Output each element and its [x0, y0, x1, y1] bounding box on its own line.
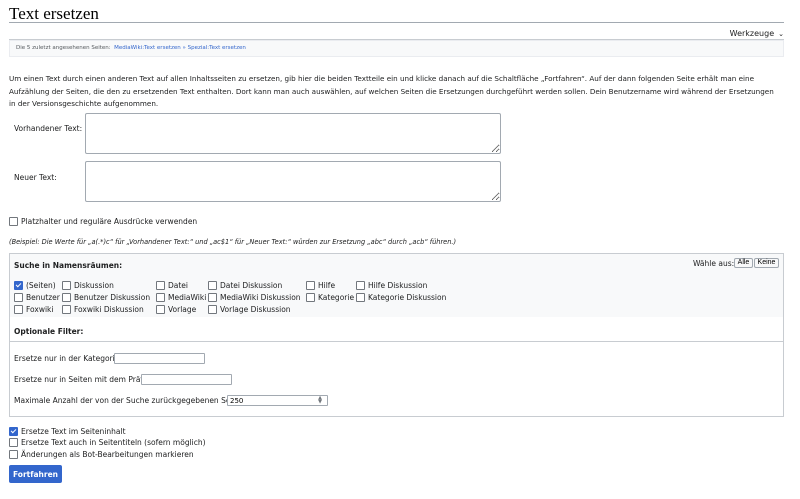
recent-pages-label: Die 5 zuletzt angesehenen Seiten:	[16, 45, 111, 51]
tools-menu[interactable]: Werkzeuge ⌄	[730, 29, 784, 38]
namespace-option[interactable]: (Seiten)	[14, 280, 56, 291]
limit-input[interactable]	[227, 395, 328, 406]
content-checkbox[interactable]	[9, 426, 18, 436]
category-filter-label: Ersetze nur in der Kategorie:	[14, 354, 122, 363]
chevron-down-icon: ⌄	[778, 30, 784, 38]
namespace-option[interactable]: Datei	[156, 280, 189, 291]
namespace-option[interactable]: MediaWiki Diskussion	[208, 292, 301, 303]
select-all-button[interactable]: Alle	[734, 258, 753, 268]
tools-label: Werkzeuge	[729, 29, 775, 38]
namespace-checkbox[interactable]	[14, 292, 23, 302]
namespace-checkbox[interactable]	[62, 280, 71, 290]
continue-button[interactable]: Fortfahren	[9, 465, 62, 483]
namespace-label: Foxwiki	[26, 305, 54, 314]
namespace-option[interactable]: Diskussion	[62, 280, 114, 291]
select-none-button[interactable]: Keine	[754, 258, 779, 268]
namespace-checkbox[interactable]	[356, 280, 365, 290]
namespace-label: Benutzer	[26, 293, 60, 302]
namespace-option[interactable]: Foxwiki Diskussion	[62, 304, 144, 315]
bot-checkbox[interactable]	[9, 449, 18, 459]
namespace-option[interactable]: Vorlage	[156, 304, 197, 315]
namespace-label: Hilfe Diskussion	[368, 281, 428, 290]
namespace-checkbox[interactable]	[14, 280, 23, 290]
namespace-checkbox[interactable]	[62, 304, 71, 314]
namespace-checkbox[interactable]	[306, 280, 315, 290]
recent-pages-bar: Die 5 zuletzt angesehenen Seiten: MediaW…	[9, 40, 784, 57]
regex-option[interactable]: Platzhalter und reguläre Ausdrücke verwe…	[9, 216, 198, 227]
page-title: Text ersetzen	[9, 4, 99, 23]
filters-divider	[9, 341, 784, 342]
namespace-checkbox[interactable]	[306, 292, 315, 302]
namespace-label: Foxwiki Diskussion	[74, 305, 144, 314]
titles-checkbox[interactable]	[9, 437, 18, 447]
filters-heading: Optionale Filter:	[14, 327, 84, 336]
recent-link-spezial[interactable]: Spezial:Text ersetzen	[188, 45, 246, 51]
regex-label: Platzhalter und reguläre Ausdrücke verwe…	[21, 217, 198, 226]
namespace-option[interactable]: Hilfe	[306, 280, 336, 291]
namespace-option[interactable]: Hilfe Diskussion	[356, 280, 428, 291]
namespace-checkbox[interactable]	[156, 304, 165, 314]
breadcrumb-separator: »	[182, 45, 186, 51]
category-filter-input[interactable]	[114, 353, 205, 364]
namespace-label: Datei Diskussion	[220, 281, 283, 290]
namespace-label: Datei	[168, 281, 189, 290]
namespace-checkbox[interactable]	[156, 292, 165, 302]
titles-label: Ersetze Text auch in Seitentiteln (sofer…	[21, 438, 206, 447]
namespace-checkbox[interactable]	[208, 304, 217, 314]
namespace-option[interactable]: Vorlage Diskussion	[208, 304, 291, 315]
new-text-label: Neuer Text:	[14, 173, 57, 182]
namespace-label: Benutzer Diskussion	[74, 293, 151, 302]
namespace-label: Kategorie Diskussion	[368, 293, 447, 302]
content-label: Ersetze Text im Seiteninhalt	[21, 427, 126, 436]
existing-text-field[interactable]	[85, 113, 501, 154]
titles-option[interactable]: Ersetze Text auch in Seitentiteln (sofer…	[9, 437, 206, 448]
namespace-option[interactable]: Foxwiki	[14, 304, 54, 315]
namespace-checkbox[interactable]	[14, 304, 23, 314]
namespace-label: Hilfe	[318, 281, 336, 290]
namespace-label: (Seiten)	[26, 281, 56, 290]
limit-label: Maximale Anzahl der von der Suche zurück…	[14, 396, 248, 405]
namespace-label: Vorlage Diskussion	[220, 305, 291, 314]
namespace-checkbox[interactable]	[356, 292, 365, 302]
prefix-filter-label: Ersetze nur in Seiten mit dem Präfix:	[14, 375, 153, 384]
namespace-label: Vorlage	[168, 305, 197, 314]
namespace-checkbox[interactable]	[156, 280, 165, 290]
choose-label: Wähle aus:	[693, 259, 735, 268]
namespace-option[interactable]: Kategorie	[306, 292, 355, 303]
namespace-option[interactable]: Kategorie Diskussion	[356, 292, 447, 303]
prefix-filter-input[interactable]	[141, 374, 232, 385]
bot-label: Änderungen als Bot-Bearbeitungen markier…	[21, 450, 194, 459]
namespace-heading: Suche in Namensräumen:	[14, 261, 123, 270]
namespace-checkbox[interactable]	[208, 292, 217, 302]
namespace-label: MediaWiki	[168, 293, 207, 302]
namespace-label: Kategorie	[318, 293, 355, 302]
recent-link-mediawiki[interactable]: MediaWiki:Text ersetzen	[114, 45, 181, 51]
namespace-label: MediaWiki Diskussion	[220, 293, 301, 302]
namespace-option[interactable]: MediaWiki	[156, 292, 207, 303]
regex-checkbox[interactable]	[9, 216, 18, 226]
bot-option[interactable]: Änderungen als Bot-Bearbeitungen markier…	[9, 449, 194, 460]
stepper-arrows-icon[interactable]: ▲ ▼	[315, 396, 325, 405]
title-divider	[9, 22, 784, 23]
existing-text-label: Vorhandener Text:	[14, 124, 83, 133]
namespace-option[interactable]: Datei Diskussion	[208, 280, 283, 291]
new-text-field[interactable]	[85, 161, 501, 202]
namespace-checkbox[interactable]	[208, 280, 217, 290]
namespace-checkbox[interactable]	[62, 292, 71, 302]
namespace-option[interactable]: Benutzer	[14, 292, 60, 303]
intro-text: Um einen Text durch einen anderen Text a…	[9, 74, 774, 108]
content-option[interactable]: Ersetze Text im Seiteninhalt	[9, 426, 126, 437]
namespace-option[interactable]: Benutzer Diskussion	[62, 292, 151, 303]
namespace-label: Diskussion	[74, 281, 114, 290]
regex-example: (Beispiel: Die Werte für „a(.*)c“ für „V…	[9, 238, 457, 246]
